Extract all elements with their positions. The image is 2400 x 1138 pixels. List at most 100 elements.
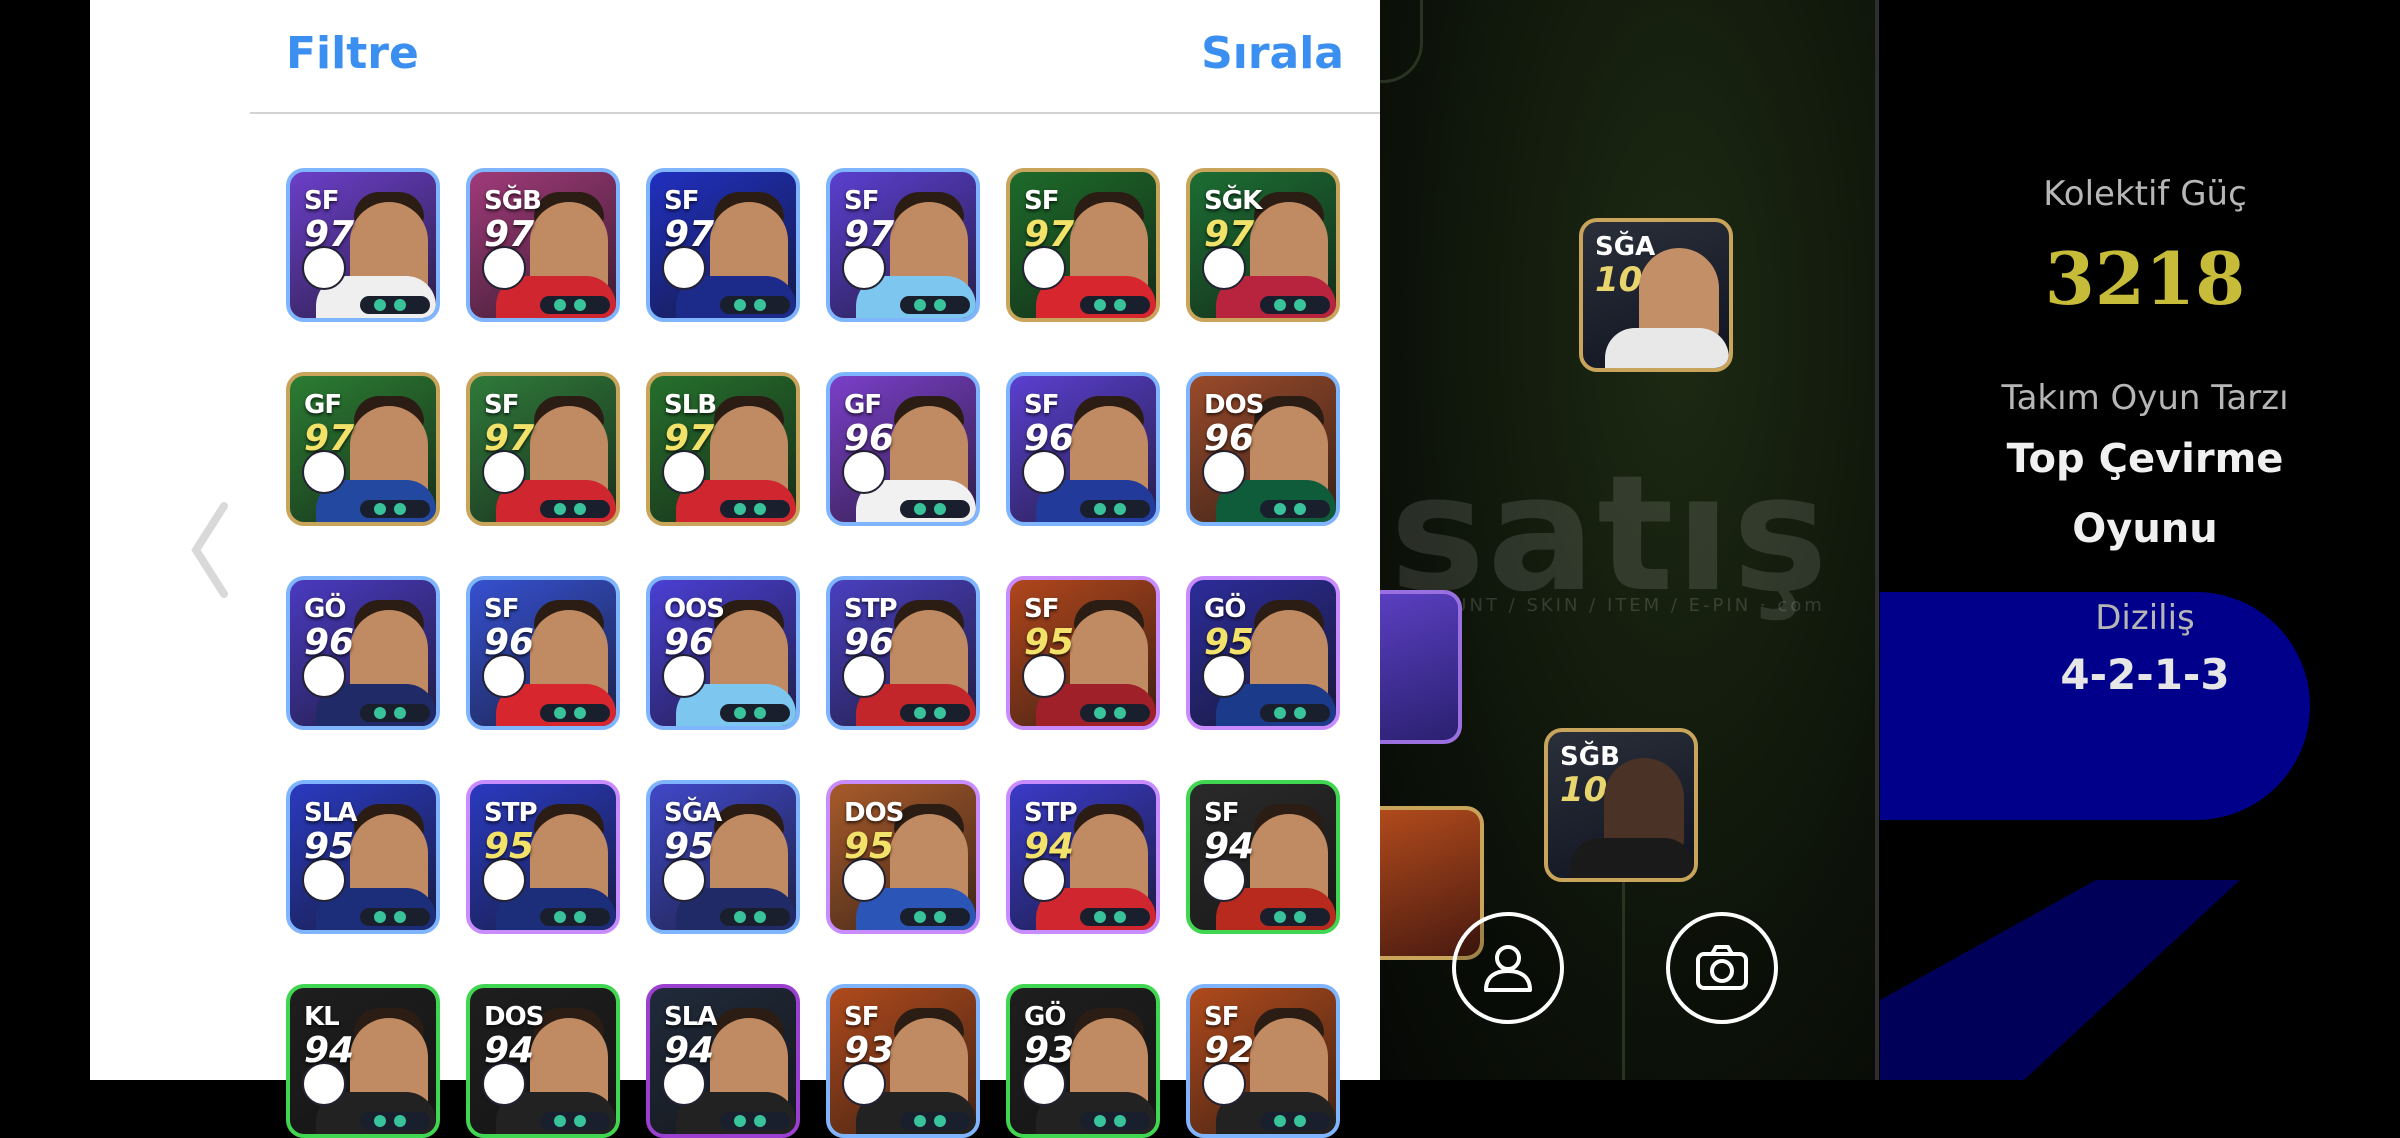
skill-dot-icon <box>1114 911 1126 923</box>
player-card[interactable]: STP 95 <box>466 780 620 934</box>
player-card[interactable]: SLA 95 <box>286 780 440 934</box>
card-position: SF <box>484 594 519 624</box>
player-card[interactable]: GF 96 <box>826 372 980 526</box>
card-position: SLA <box>304 798 357 828</box>
player-card[interactable]: SF 96 <box>466 576 620 730</box>
player-card[interactable]: SLA 94 <box>646 984 800 1138</box>
card-position: SĞB <box>484 186 542 216</box>
card-position: SF <box>1024 390 1059 420</box>
skill-dot-icon <box>1294 707 1306 719</box>
player-card[interactable]: STP 94 <box>1006 780 1160 934</box>
card-rating: 95 <box>1204 622 1255 663</box>
player-shirt <box>1605 328 1729 368</box>
skill-indicators <box>1260 296 1330 314</box>
player-card[interactable]: SF 96 <box>1006 372 1160 526</box>
skill-dot-icon <box>1094 911 1106 923</box>
card-position: SĞK <box>1204 186 1262 216</box>
skill-dot-icon <box>934 1115 946 1127</box>
card-rating: 94 <box>304 1030 355 1071</box>
camera-icon <box>1696 945 1748 990</box>
skill-dot-icon <box>554 503 566 515</box>
skill-dot-icon <box>914 299 926 311</box>
player-card-grid: SF 97 SĞB 97 SF 97 SF 97 SF 97 SĞK 97 GF 97 SF 97 SLB 97 G… <box>250 0 1380 1138</box>
skill-dot-icon <box>914 503 926 515</box>
player-card[interactable]: SF 97 <box>646 168 800 322</box>
player-card[interactable]: GÖ 96 <box>286 576 440 730</box>
skill-dot-icon <box>374 503 386 515</box>
card-rating: 97 <box>484 214 535 255</box>
card-position: SF <box>1204 798 1239 828</box>
card-rating: 93 <box>844 1030 895 1071</box>
skill-dot-icon <box>1294 1115 1306 1127</box>
player-card[interactable]: SF 95 <box>1006 576 1160 730</box>
player-card[interactable]: SĞK 97 <box>1186 168 1340 322</box>
card-position: SLB <box>664 390 717 420</box>
player-card[interactable]: SF 97 <box>466 372 620 526</box>
card-position: GF <box>844 390 882 420</box>
player-card[interactable]: DOS 96 <box>1186 372 1340 526</box>
skill-indicators <box>1080 908 1150 926</box>
player-card[interactable]: SLB 97 <box>646 372 800 526</box>
skill-dot-icon <box>1094 707 1106 719</box>
card-rating: 94 <box>1204 826 1255 867</box>
divider <box>1875 0 1879 1080</box>
field-line <box>1622 880 1625 1080</box>
skill-dot-icon <box>1294 299 1306 311</box>
player-card[interactable]: SĞA 95 <box>646 780 800 934</box>
card-position: SLA <box>664 1002 717 1032</box>
player-card[interactable]: DOS 94 <box>466 984 620 1138</box>
card-position: SF <box>1204 1002 1239 1032</box>
skill-indicators <box>360 296 430 314</box>
card-position: GÖ <box>304 594 346 624</box>
skill-dot-icon <box>934 911 946 923</box>
player-card[interactable]: DOS 95 <box>826 780 980 934</box>
card-position: SĞB <box>1560 742 1620 772</box>
field-player-card[interactable]: SĞA 107 <box>1579 218 1733 372</box>
skill-dot-icon <box>754 1115 766 1127</box>
skill-dot-icon <box>1274 503 1286 515</box>
skill-indicators <box>1080 704 1150 722</box>
skill-dot-icon <box>914 1115 926 1127</box>
chevron-left-icon[interactable] <box>190 500 230 600</box>
camera-button[interactable] <box>1666 912 1778 1024</box>
field-player-card[interactable]: SĞB 104 <box>1544 728 1698 882</box>
skill-dot-icon <box>554 911 566 923</box>
team-playstyle-line2: Oyunu <box>2072 506 2218 552</box>
player-card[interactable]: GÖ 93 <box>1006 984 1160 1138</box>
card-position: DOS <box>844 798 904 828</box>
card-rating: 97 <box>1204 214 1255 255</box>
card-position: SF <box>484 390 519 420</box>
skill-dot-icon <box>554 1115 566 1127</box>
formation-value: 4-2-1-3 <box>2060 650 2230 699</box>
card-position: SF <box>1024 594 1059 624</box>
skill-dot-icon <box>554 707 566 719</box>
skill-dot-icon <box>1274 299 1286 311</box>
player-card[interactable]: SF 92 <box>1186 984 1340 1138</box>
player-card[interactable]: GF 97 <box>286 372 440 526</box>
card-position: SF <box>844 1002 879 1032</box>
skill-dot-icon <box>1114 299 1126 311</box>
player-shirt <box>1570 838 1694 878</box>
skill-dot-icon <box>374 707 386 719</box>
player-card[interactable]: KL 94 <box>286 984 440 1138</box>
player-card[interactable]: OOS 96 <box>646 576 800 730</box>
player-card[interactable]: SF 94 <box>1186 780 1340 934</box>
field-player-card-partial[interactable] <box>1380 590 1462 744</box>
card-rating: 97 <box>844 214 895 255</box>
player-card[interactable]: STP 96 <box>826 576 980 730</box>
player-card[interactable]: SF 93 <box>826 984 980 1138</box>
player-card[interactable]: SF 97 <box>286 168 440 322</box>
player-card[interactable]: SĞB 97 <box>466 168 620 322</box>
player-card[interactable]: SF 97 <box>1006 168 1160 322</box>
player-card[interactable]: GÖ 95 <box>1186 576 1340 730</box>
skill-dot-icon <box>754 911 766 923</box>
card-rating: 96 <box>1204 418 1255 459</box>
player-profile-button[interactable] <box>1452 912 1564 1024</box>
card-rating: 97 <box>664 418 715 459</box>
card-rating: 96 <box>844 622 895 663</box>
skill-dot-icon <box>374 911 386 923</box>
skill-indicators <box>360 500 430 518</box>
skill-dot-icon <box>914 911 926 923</box>
player-card[interactable]: SF 97 <box>826 168 980 322</box>
card-position: SF <box>1024 186 1059 216</box>
